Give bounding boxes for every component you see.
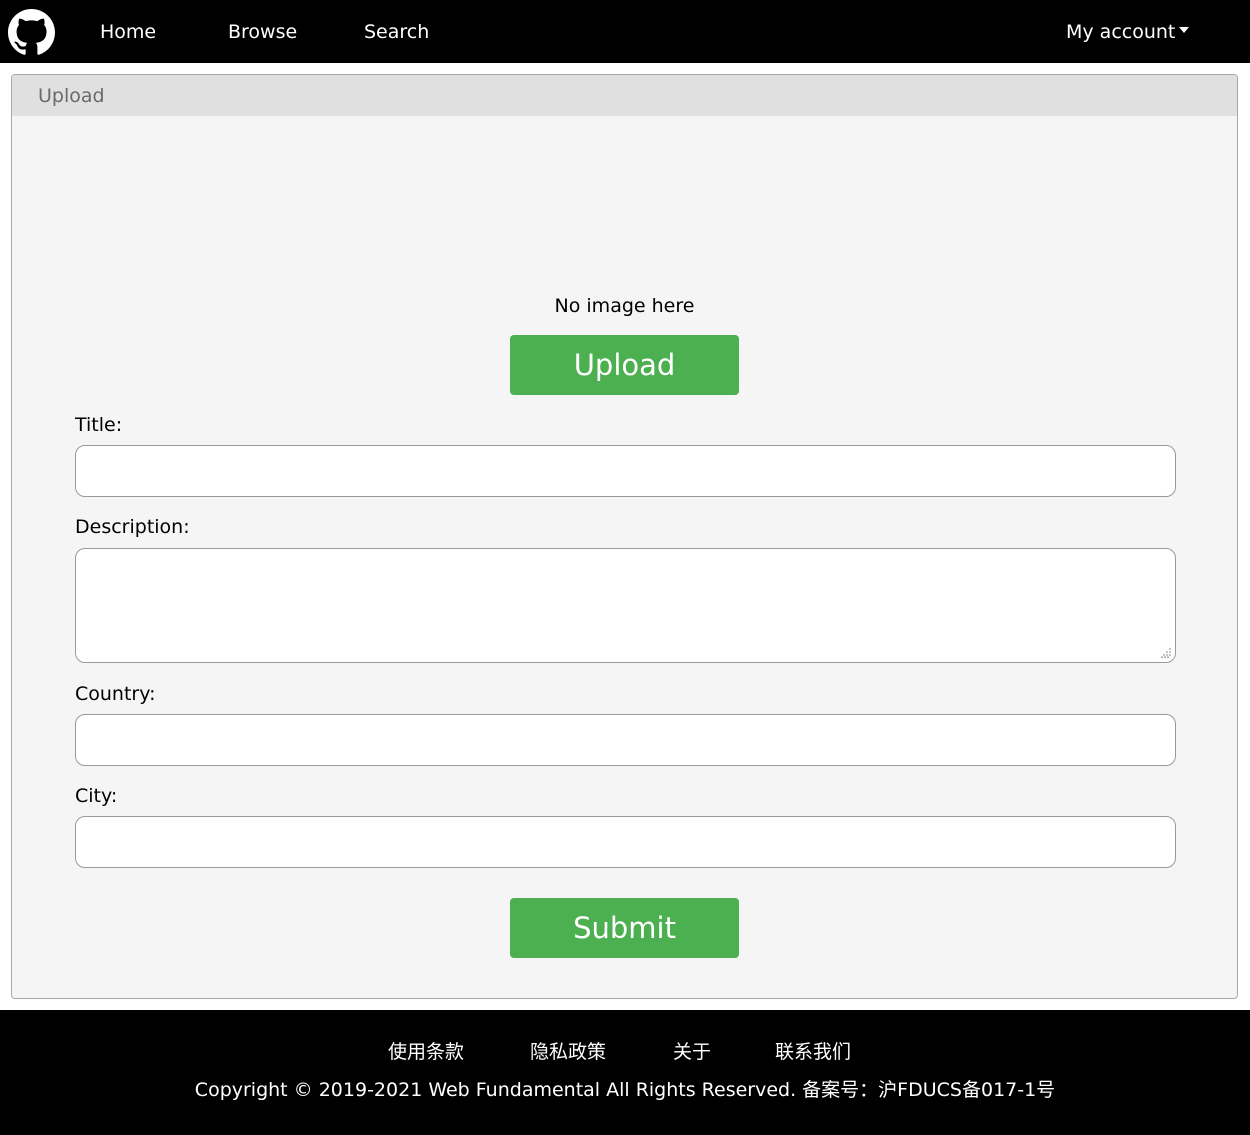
page-footer: 使用条款 隐私政策 关于 联系我们 Copyright © 2019-2021 … bbox=[0, 1010, 1250, 1135]
city-label: City: bbox=[75, 785, 118, 807]
footer-link-terms[interactable]: 使用条款 bbox=[388, 1037, 464, 1064]
nav-home-link[interactable]: Home bbox=[100, 21, 156, 43]
my-account-label: My account bbox=[1066, 21, 1176, 43]
github-icon[interactable] bbox=[8, 9, 55, 56]
copyright-text: Copyright © 2019-2021 Web Fundamental Al… bbox=[194, 1079, 1056, 1101]
description-label: Description: bbox=[75, 516, 190, 538]
country-label: Country: bbox=[75, 683, 156, 705]
top-navbar: Home Browse Search My account bbox=[0, 0, 1250, 63]
resize-grip-icon[interactable] bbox=[1161, 648, 1171, 658]
footer-link-about[interactable]: 关于 bbox=[673, 1037, 711, 1064]
title-label: Title: bbox=[75, 414, 123, 436]
footer-link-contact[interactable]: 联系我们 bbox=[775, 1037, 851, 1064]
footer-link-privacy[interactable]: 隐私政策 bbox=[530, 1037, 606, 1064]
my-account-dropdown[interactable]: My account bbox=[1066, 21, 1190, 43]
nav-browse-link[interactable]: Browse bbox=[228, 21, 297, 43]
submit-button[interactable]: Submit bbox=[510, 898, 739, 958]
title-input[interactable] bbox=[75, 445, 1176, 497]
upload-button[interactable]: Upload bbox=[510, 335, 739, 395]
no-image-placeholder: No image here bbox=[554, 295, 695, 317]
upload-panel: Upload No image here Upload Title: Descr… bbox=[11, 74, 1238, 999]
city-input[interactable] bbox=[75, 816, 1176, 868]
nav-search-link[interactable]: Search bbox=[364, 21, 429, 43]
panel-header: Upload bbox=[12, 75, 1237, 116]
caret-down-icon bbox=[1179, 27, 1190, 33]
description-textarea[interactable] bbox=[75, 548, 1176, 663]
country-input[interactable] bbox=[75, 714, 1176, 766]
